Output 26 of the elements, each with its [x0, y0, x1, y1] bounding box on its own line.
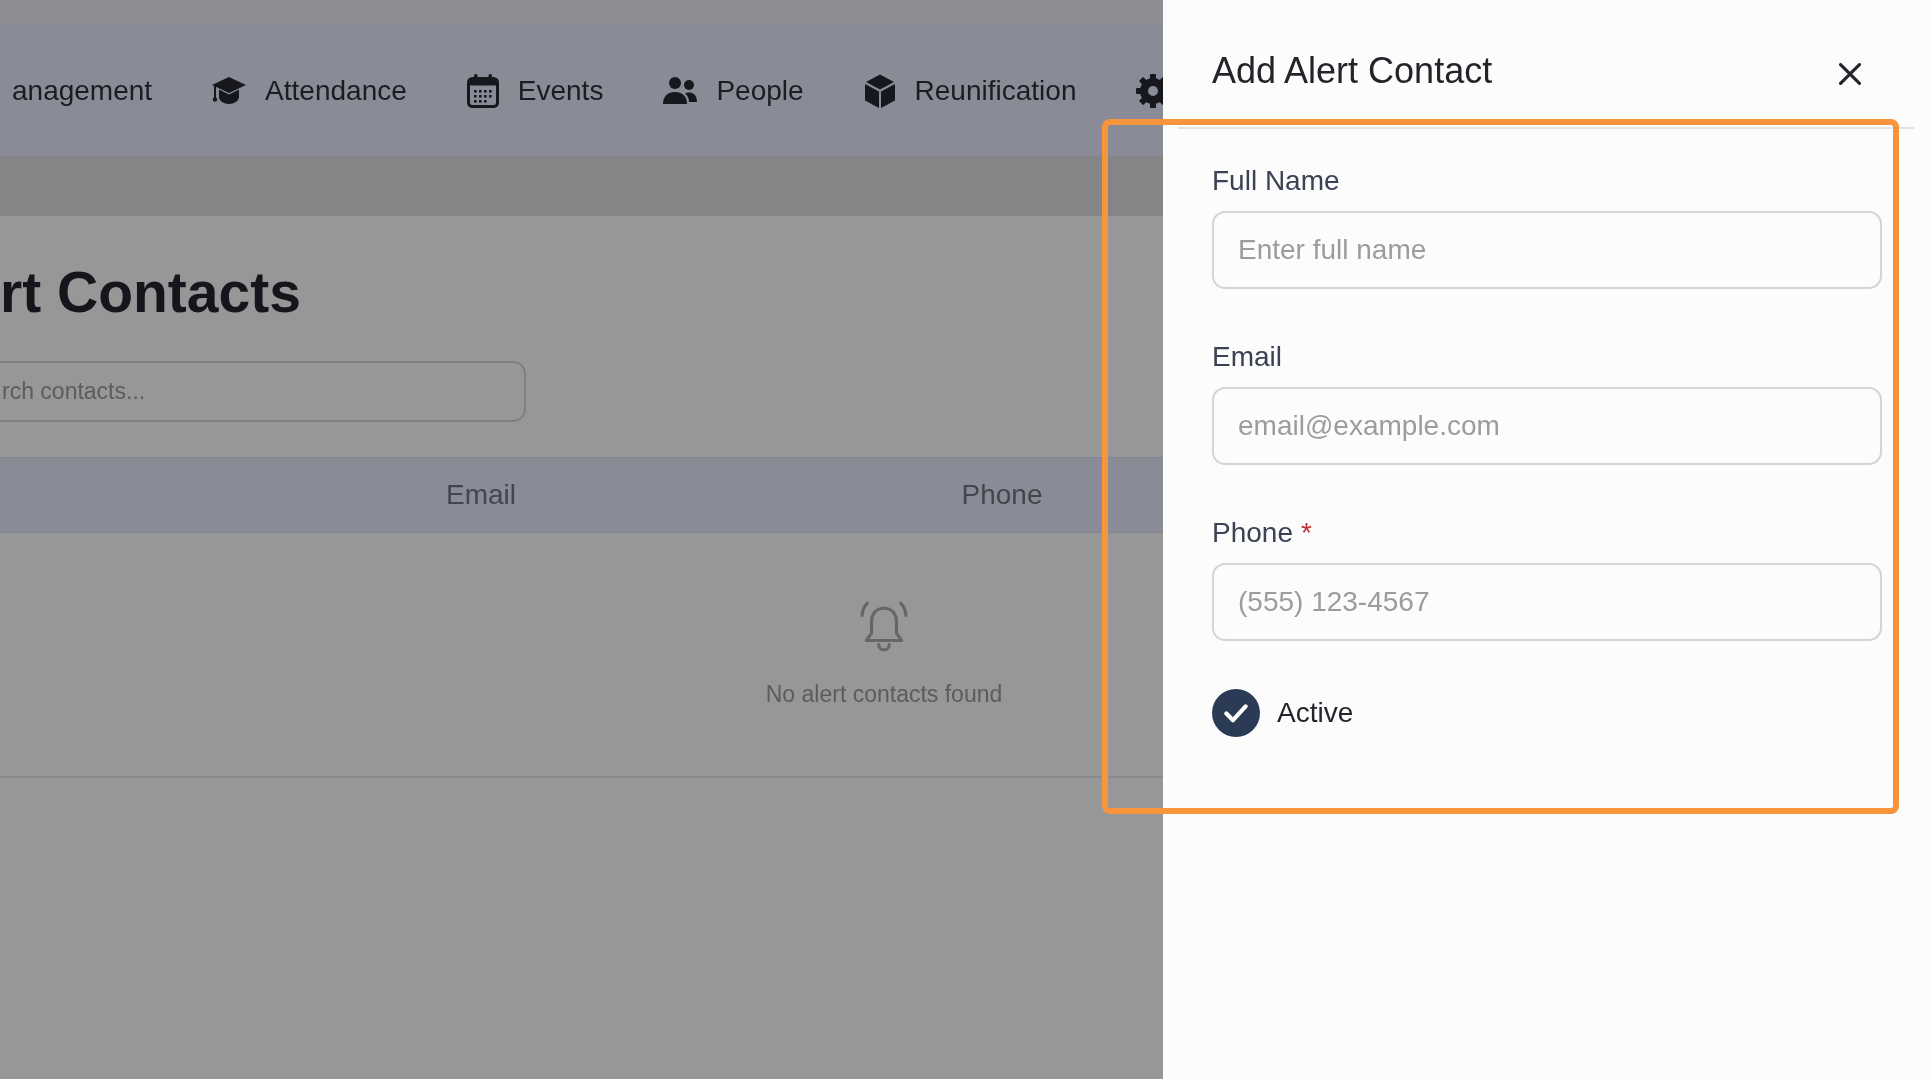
calendar-icon	[465, 72, 500, 109]
nav-link[interactable]: Attendance	[211, 73, 407, 108]
close-icon	[1839, 62, 1861, 85]
empty-message: No alert contacts found	[765, 680, 1003, 709]
nav-link[interactable]: anagement	[12, 73, 153, 108]
field-label: Email	[1212, 340, 1282, 374]
column-header: Phone	[960, 478, 1044, 512]
search-field[interactable]: rch contacts...	[0, 361, 526, 422]
input-field[interactable]: (555) 123-4567	[1212, 563, 1882, 641]
check-icon	[1224, 703, 1248, 723]
field-label: Full Name	[1212, 164, 1340, 198]
bell-icon	[860, 601, 908, 653]
people-icon	[662, 75, 699, 106]
input-field[interactable]: email@example.com	[1212, 387, 1882, 465]
page-title: rt Contacts	[0, 259, 301, 326]
checkbox-label: Active	[1277, 696, 1354, 730]
nav-link[interactable]: People	[662, 73, 804, 108]
input-field[interactable]: Enter full name	[1212, 211, 1882, 289]
nav-link[interactable]: Events	[465, 72, 604, 109]
column-header: Email	[445, 478, 517, 512]
nav-link[interactable]: Reunification	[862, 72, 1077, 109]
checkbox[interactable]	[1212, 689, 1260, 737]
cube-icon	[862, 72, 897, 109]
graduation-cap-icon	[211, 75, 248, 106]
panel-title: Add Alert Contact	[1212, 48, 1493, 93]
field-label: Phone *	[1212, 516, 1312, 550]
